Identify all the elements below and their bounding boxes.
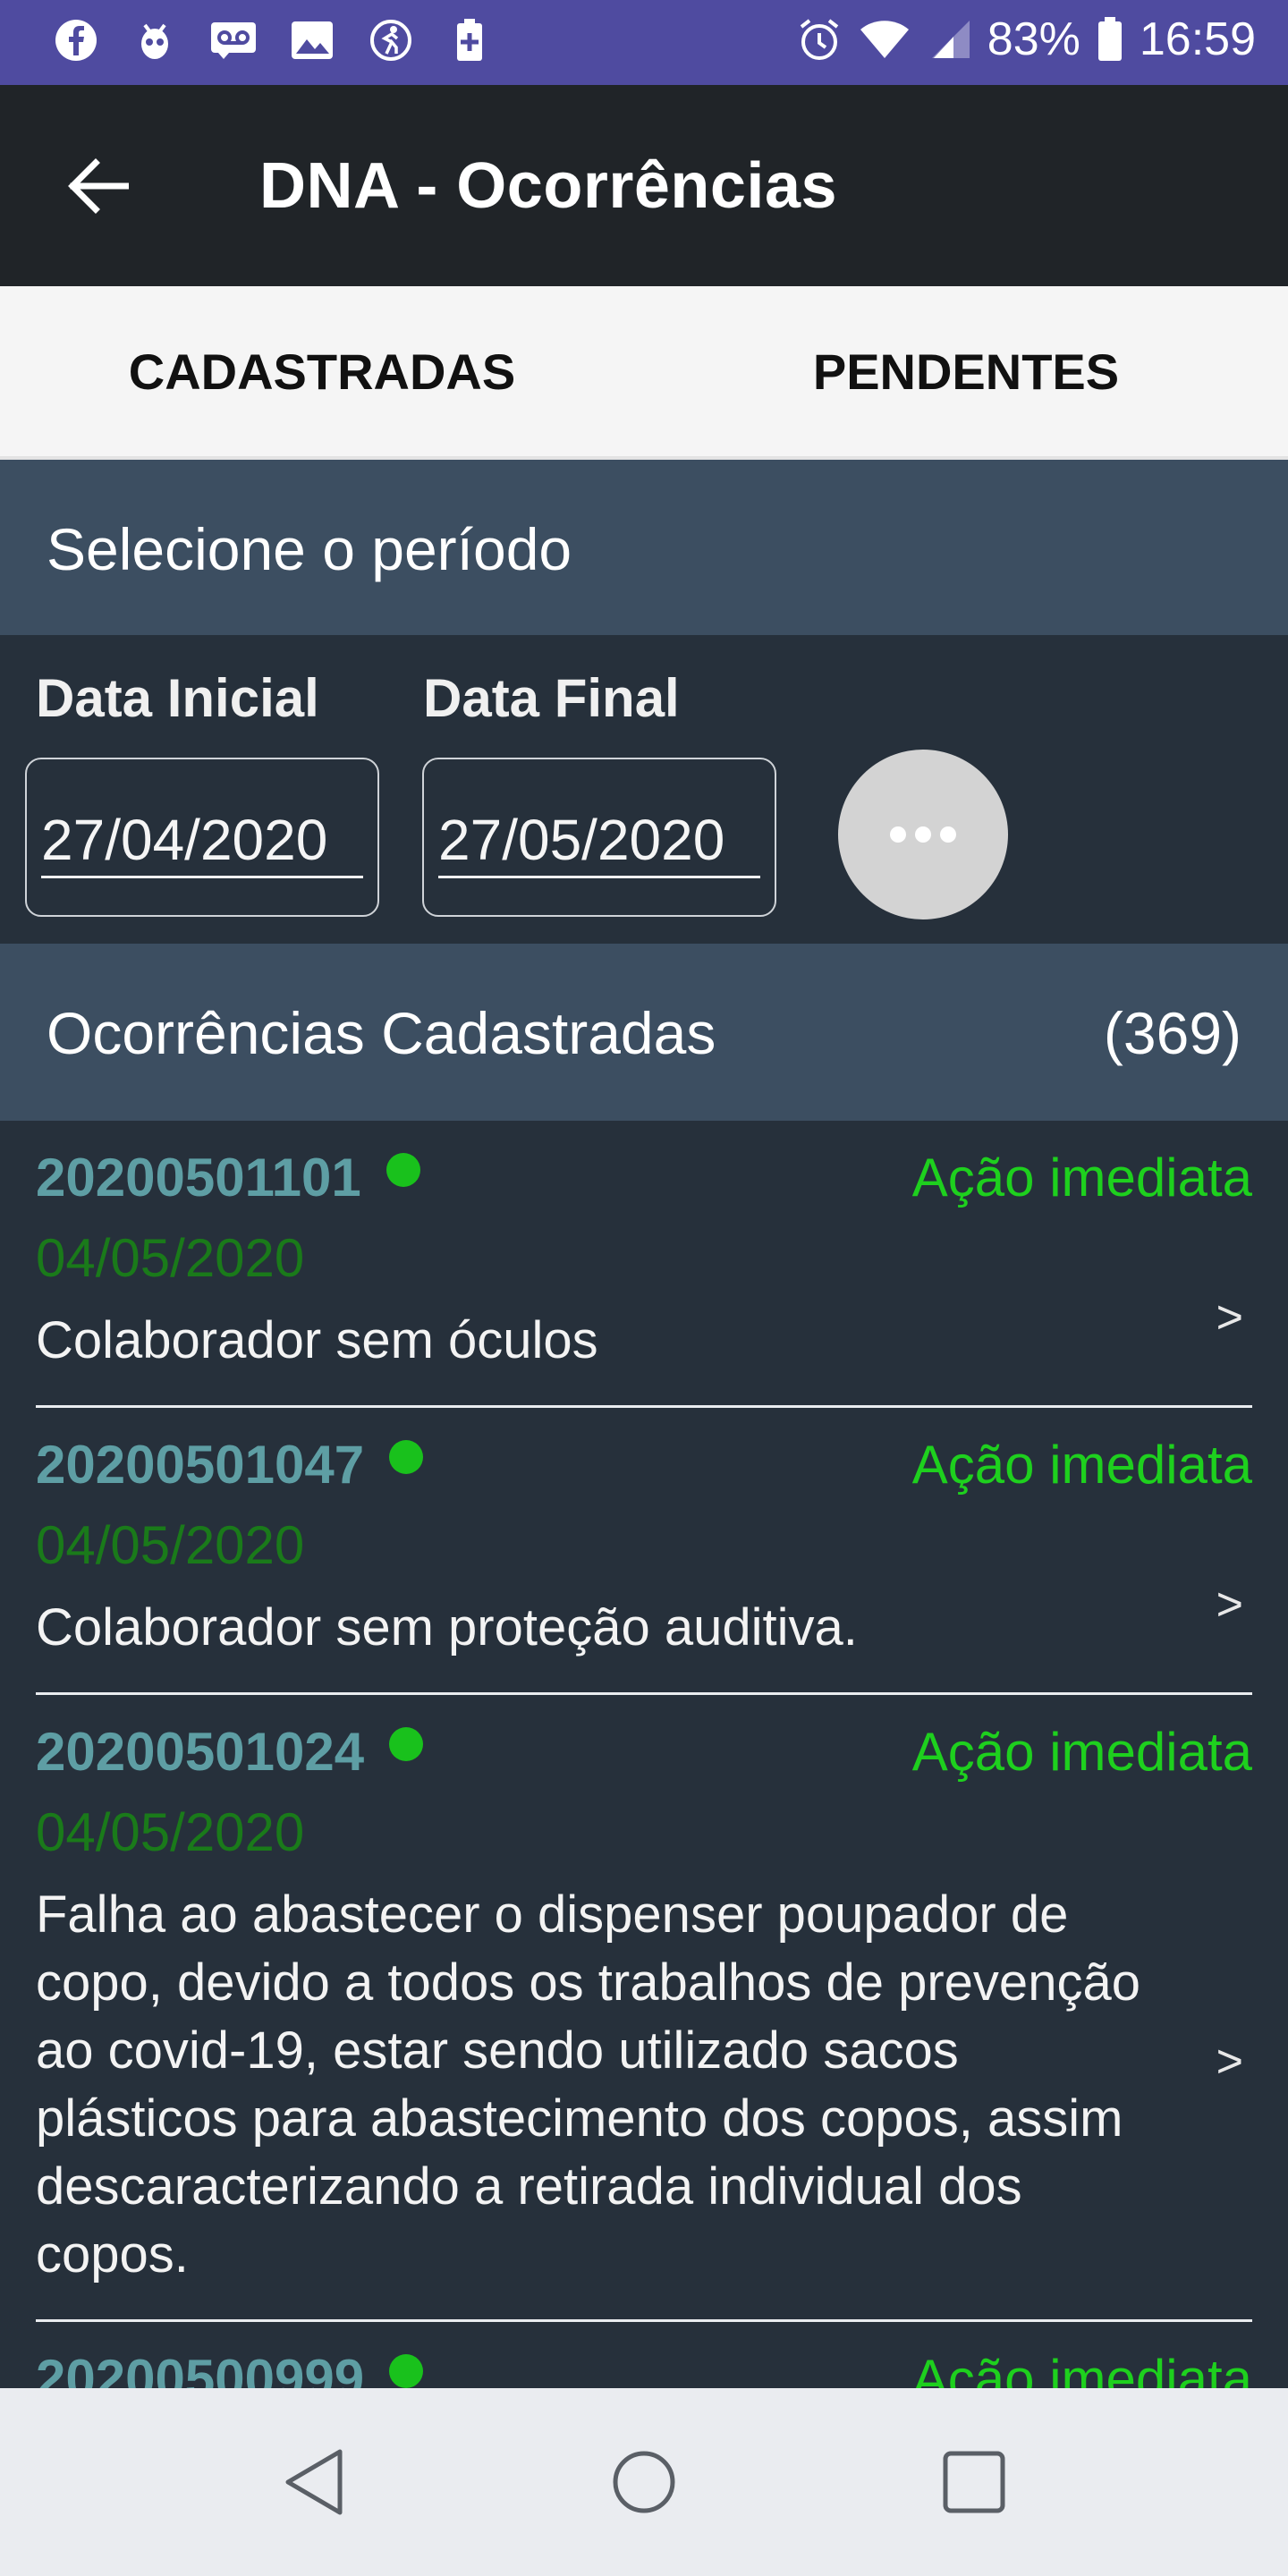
chevron-right-icon: >: [1216, 1292, 1243, 1343]
voicemail-icon: [209, 16, 258, 64]
facebook-icon: [52, 16, 100, 64]
occurrences-count: (369): [1103, 1000, 1241, 1066]
tab-cadastradas[interactable]: CADASTRADAS: [0, 286, 644, 456]
list-item[interactable]: 20200501024 Ação imediata 04/05/2020 Fal…: [36, 1695, 1252, 2322]
accessibility-icon: [367, 16, 415, 64]
bug-icon: [131, 16, 179, 64]
end-date-label: Data Final: [423, 668, 680, 728]
chevron-right-icon: >: [1216, 1579, 1243, 1631]
occurrence-code: 20200500999: [36, 2348, 365, 2389]
period-header-label: Selecione o período: [47, 516, 572, 582]
occurrence-status: Ação imediata: [911, 1434, 1252, 1495]
occurrence-code-wrapper: 20200500999: [36, 2348, 424, 2389]
occurrence-code-wrapper: 20200501024: [36, 1721, 424, 1783]
occurrence-status: Ação imediata: [911, 2348, 1252, 2389]
tab-pendentes[interactable]: PENDENTES: [644, 286, 1288, 456]
occurrence-date: 04/05/2020: [36, 1802, 305, 1862]
dot-icon: [940, 826, 956, 843]
occurrence-date: 04/05/2020: [36, 1228, 305, 1288]
battery-plus-icon: [445, 16, 494, 64]
occurrence-description: Colaborador sem óculos: [36, 1311, 598, 1369]
occurrences-header-label: Ocorrências Cadastradas: [47, 1000, 716, 1066]
page-title: DNA - Ocorrências: [259, 150, 838, 222]
back-arrow-icon[interactable]: [63, 155, 132, 217]
start-date-input[interactable]: [41, 804, 363, 878]
signal-icon: [927, 19, 971, 60]
status-bar: 83% 16:59: [0, 0, 1288, 85]
battery-percentage: 83%: [987, 13, 1080, 65]
status-dot-icon: [386, 1153, 420, 1187]
occurrence-status: Ação imediata: [911, 1147, 1252, 1208]
occurrence-status: Ação imediata: [911, 1721, 1252, 1782]
occurrences-list: 20200501101 Ação imediata 04/05/2020 Col…: [0, 1121, 1288, 2388]
dot-icon: [915, 826, 931, 843]
occurrence-description: Colaborador sem proteção auditiva.: [36, 1598, 858, 1657]
status-dot-icon: [389, 2354, 424, 2388]
status-dot-icon: [389, 1440, 424, 1474]
occurrence-date: 04/05/2020: [36, 1515, 305, 1575]
system-navigation-bar: [0, 2388, 1288, 2576]
status-dot-icon: [389, 1727, 424, 1761]
tab-bar: CADASTRADAS PENDENTES: [0, 286, 1288, 460]
occurrence-code: 20200501101: [36, 1147, 361, 1208]
occurrence-code: 20200501047: [36, 1434, 365, 1495]
start-date-box: [25, 758, 379, 917]
period-section-header: Selecione o período: [0, 460, 1288, 635]
dot-icon: [890, 826, 906, 843]
end-date-box: [422, 758, 776, 917]
recents-nav-icon[interactable]: [934, 2442, 1014, 2522]
wifi-icon: [859, 19, 911, 60]
occurrence-description: Falha ao abastecer o dispenser poupador …: [36, 1885, 1140, 2284]
list-item[interactable]: 20200501047 Ação imediata 04/05/2020 Col…: [36, 1408, 1252, 1695]
app-bar: DNA - Ocorrências: [0, 85, 1288, 286]
list-item[interactable]: 20200500999 Ação imediata: [36, 2322, 1252, 2388]
occurrence-code-wrapper: 20200501047: [36, 1434, 424, 1496]
alarm-icon: [796, 16, 843, 63]
image-icon: [288, 16, 336, 64]
start-date-label: Data Inicial: [36, 668, 319, 728]
clock: 16:59: [1139, 13, 1256, 65]
occurrence-code-wrapper: 20200501101: [36, 1147, 420, 1208]
chevron-right-icon: >: [1216, 2036, 1243, 2088]
notification-icons: [52, 16, 494, 64]
occurrences-header: Ocorrências Cadastradas (369): [0, 944, 1288, 1121]
home-nav-icon[interactable]: [604, 2442, 684, 2522]
back-nav-icon[interactable]: [274, 2442, 354, 2522]
battery-icon: [1097, 16, 1123, 63]
occurrence-code: 20200501024: [36, 1721, 365, 1782]
list-item[interactable]: 20200501101 Ação imediata 04/05/2020 Col…: [36, 1121, 1252, 1408]
date-range-section: Data Inicial Data Final: [0, 635, 1288, 944]
more-options-button[interactable]: [838, 750, 1008, 919]
system-indicators: 83% 16:59: [796, 13, 1256, 66]
end-date-input[interactable]: [438, 804, 760, 878]
